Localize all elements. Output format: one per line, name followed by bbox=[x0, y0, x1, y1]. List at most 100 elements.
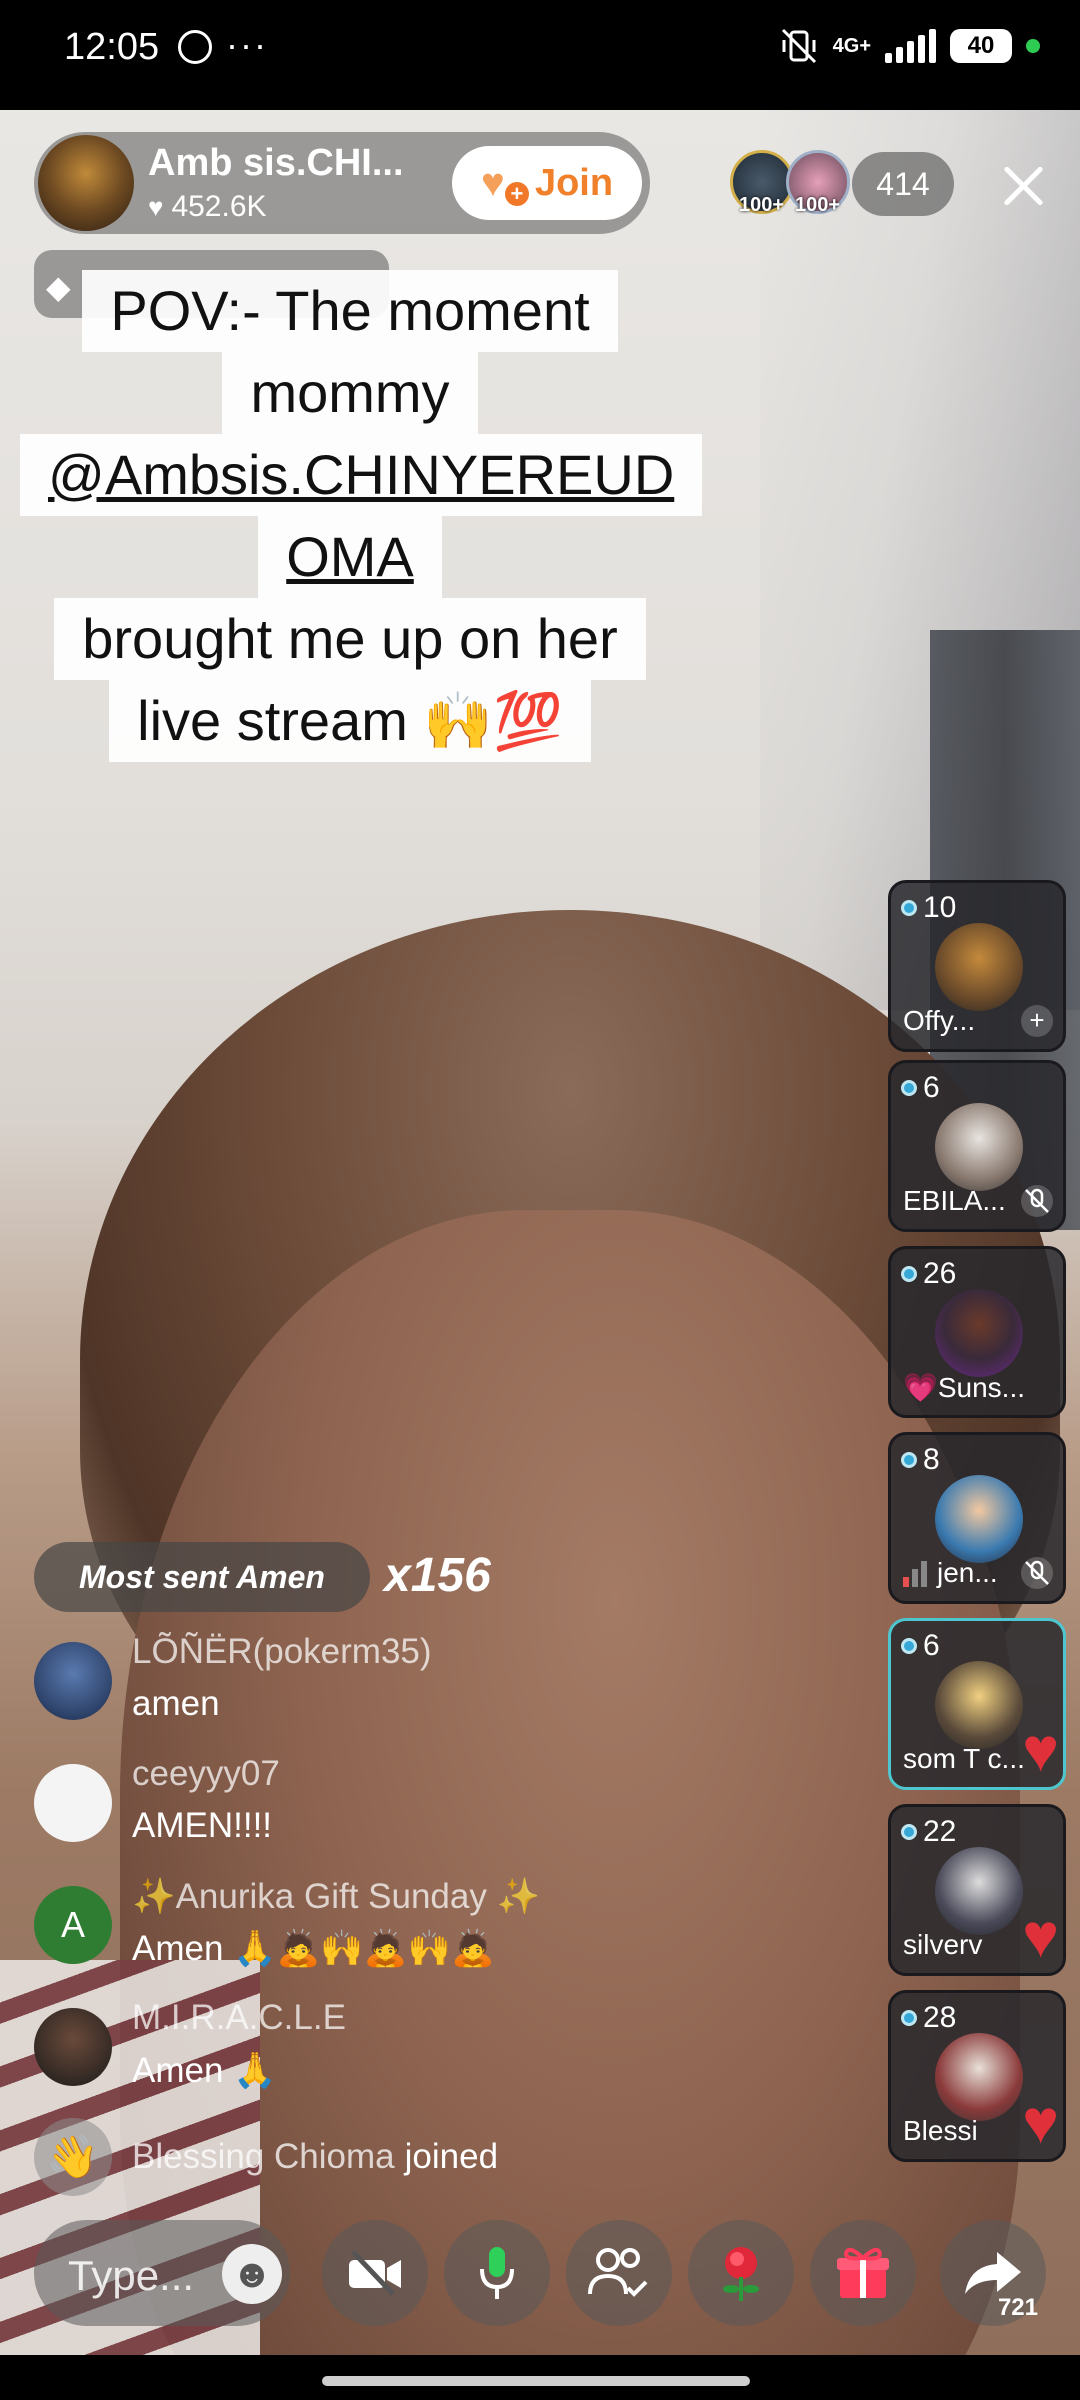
joined-label: joined bbox=[404, 2137, 499, 2176]
microphone-button[interactable] bbox=[444, 2220, 550, 2326]
avatar[interactable] bbox=[34, 1642, 112, 1720]
guests-button[interactable] bbox=[566, 2220, 672, 2326]
chat-username[interactable]: LÕÑËR(pokerm35) bbox=[132, 1632, 432, 1672]
wave-hand-icon: 👋 bbox=[34, 2118, 112, 2196]
guest-tile[interactable]: 10 Offy... + bbox=[888, 880, 1066, 1052]
guest-tile[interactable]: 22 silverv ♥ bbox=[888, 1804, 1066, 1976]
chat-message[interactable]: A ✨Anurika Gift Sunday ✨ Amen 🙏🙇🙌🙇🙌🙇 bbox=[34, 1876, 874, 1998]
caption-line: POV:- The moment bbox=[82, 270, 618, 352]
level-icon bbox=[901, 1452, 917, 1468]
guest-tile[interactable]: 6 som T c... ♥ bbox=[888, 1618, 1066, 1790]
join-label: Join bbox=[534, 161, 614, 204]
gift-button[interactable] bbox=[810, 2220, 916, 2326]
emoji-icon[interactable]: ☻ bbox=[222, 2244, 282, 2304]
guest-count: 6 bbox=[923, 1629, 940, 1662]
add-icon[interactable]: + bbox=[1021, 1005, 1053, 1037]
guest-avatar bbox=[935, 1847, 1023, 1935]
vibrate-off-icon bbox=[779, 26, 819, 66]
join-button[interactable]: ♥ + Join bbox=[452, 146, 642, 220]
gift-multiplier: x156 bbox=[384, 1549, 491, 1602]
join-notification: 👋 Blessing Chioma joined bbox=[34, 2118, 498, 2196]
chat-text: AMEN!!!! bbox=[132, 1806, 273, 1845]
viewer-avatar[interactable]: 100+ bbox=[786, 150, 850, 216]
chat-feed[interactable]: LÕÑËR(pokerm35) amen ceeyyy07 AMEN!!!! A… bbox=[34, 1632, 874, 2120]
guest-name: Blessi bbox=[903, 2115, 978, 2146]
mic-muted-icon bbox=[1021, 1557, 1053, 1589]
guest-tile[interactable]: 8 jen... bbox=[888, 1432, 1066, 1604]
chat-username[interactable]: ✨Anurika Gift Sunday ✨ bbox=[132, 1876, 540, 1917]
guest-count: 8 bbox=[923, 1443, 940, 1476]
avatar[interactable] bbox=[34, 2008, 112, 2086]
guest-name: Offy... bbox=[903, 1005, 976, 1036]
heart-icon: ♥ bbox=[1022, 2088, 1059, 2157]
chat-text: amen bbox=[132, 1684, 220, 1723]
guest-count: 22 bbox=[923, 1815, 957, 1848]
avatar[interactable] bbox=[34, 1764, 112, 1842]
guest-tile[interactable]: 26 💗Suns... bbox=[888, 1246, 1066, 1418]
guest-name: jen... bbox=[937, 1557, 998, 1588]
caption-mention: OMA bbox=[258, 516, 442, 598]
guest-tile[interactable]: 6 EBILA... bbox=[888, 1060, 1066, 1232]
guest-name: som T c... bbox=[903, 1743, 1025, 1774]
chat-message[interactable]: ceeyyy07 AMEN!!!! bbox=[34, 1754, 874, 1876]
level-icon bbox=[901, 1638, 917, 1654]
comment-placeholder: Type... bbox=[68, 2252, 195, 2299]
chat-message[interactable]: LÕÑËR(pokerm35) amen bbox=[34, 1632, 874, 1754]
guest-tile[interactable]: 28 Blessi ♥ bbox=[888, 1990, 1066, 2162]
caption-line: brought me up on her bbox=[54, 598, 646, 680]
host-likes: ♥ 452.6K bbox=[148, 190, 267, 224]
guest-count: 28 bbox=[923, 2001, 957, 2034]
privacy-dot bbox=[1026, 39, 1040, 53]
close-icon[interactable] bbox=[995, 158, 1051, 214]
guest-count: 6 bbox=[923, 1071, 940, 1104]
chat-username[interactable]: M.I.R.A.C.L.E bbox=[132, 1998, 346, 2038]
guest-name: 💗Suns... bbox=[903, 1372, 1026, 1403]
guest-count: 26 bbox=[923, 1257, 957, 1290]
host-avatar[interactable] bbox=[38, 135, 134, 231]
viewer-avatar[interactable]: 100+ bbox=[730, 150, 794, 216]
viewer-count[interactable]: 414 bbox=[852, 152, 954, 216]
joined-username[interactable]: Blessing Chioma bbox=[132, 2137, 395, 2177]
host-likes-count: 452.6K bbox=[171, 190, 267, 223]
host-pill[interactable]: Amb sis.CHI... ♥ 452.6K ♥ + Join bbox=[34, 132, 650, 234]
avatar[interactable]: A bbox=[34, 1886, 112, 1964]
mic-muted-icon bbox=[1021, 1185, 1053, 1217]
host-name[interactable]: Amb sis.CHI... bbox=[148, 142, 404, 185]
rose-icon bbox=[723, 2247, 759, 2301]
rose-gift-button[interactable] bbox=[688, 2220, 794, 2326]
guest-avatar bbox=[935, 2033, 1023, 2121]
level-icon bbox=[901, 900, 917, 916]
level-icon bbox=[901, 1080, 917, 1096]
most-sent-gift-banner[interactable]: Most sent Amen bbox=[34, 1542, 370, 1612]
level-icon bbox=[901, 1824, 917, 1840]
caption-overlay: POV:- The moment mommy @Ambsis.CHINYEREU… bbox=[20, 270, 703, 762]
network-type: 4G+ bbox=[832, 35, 871, 57]
top-viewers[interactable]: 100+ 100+ bbox=[730, 150, 860, 220]
chat-text: Amen 🙏🙇🙌🙇🙌🙇 bbox=[132, 1929, 495, 1968]
battery-icon: 40 bbox=[950, 29, 1012, 63]
caption-mention: @Ambsis.CHINYEREUD bbox=[20, 434, 703, 516]
guest-avatar bbox=[935, 1661, 1023, 1749]
navigation-handle[interactable] bbox=[322, 2376, 750, 2386]
level-icon bbox=[901, 1266, 917, 1282]
whatsapp-icon bbox=[178, 30, 212, 64]
heart-icon: ♥ bbox=[1022, 1902, 1059, 1971]
more-notifications-icon: ··· bbox=[226, 24, 268, 65]
guest-avatar bbox=[935, 1475, 1023, 1563]
chat-username[interactable]: ceeyyy07 bbox=[132, 1754, 280, 1794]
guest-name: silverv bbox=[903, 1929, 983, 1960]
share-count: 721 bbox=[997, 2294, 1038, 2321]
guest-count: 10 bbox=[923, 891, 957, 924]
status-bar: 12:05 ··· 4G+ 40 bbox=[0, 0, 1080, 110]
heart-icon: ♥ bbox=[148, 191, 164, 222]
share-button[interactable]: 721 bbox=[940, 2220, 1046, 2326]
guest-avatar bbox=[935, 923, 1023, 1011]
caption-line: mommy bbox=[222, 352, 478, 434]
connection-signal-icon bbox=[903, 1561, 927, 1587]
bottom-toolbar: Type... ☻ 721 bbox=[0, 2210, 1080, 2340]
camera-off-button[interactable] bbox=[322, 2220, 428, 2326]
heart-plus-icon: ♥ + bbox=[481, 163, 529, 206]
chat-message[interactable]: M.I.R.A.C.L.E Amen 🙏 bbox=[34, 1998, 874, 2120]
comment-input[interactable]: Type... ☻ bbox=[34, 2220, 290, 2326]
camera-off-icon bbox=[349, 2250, 401, 2296]
